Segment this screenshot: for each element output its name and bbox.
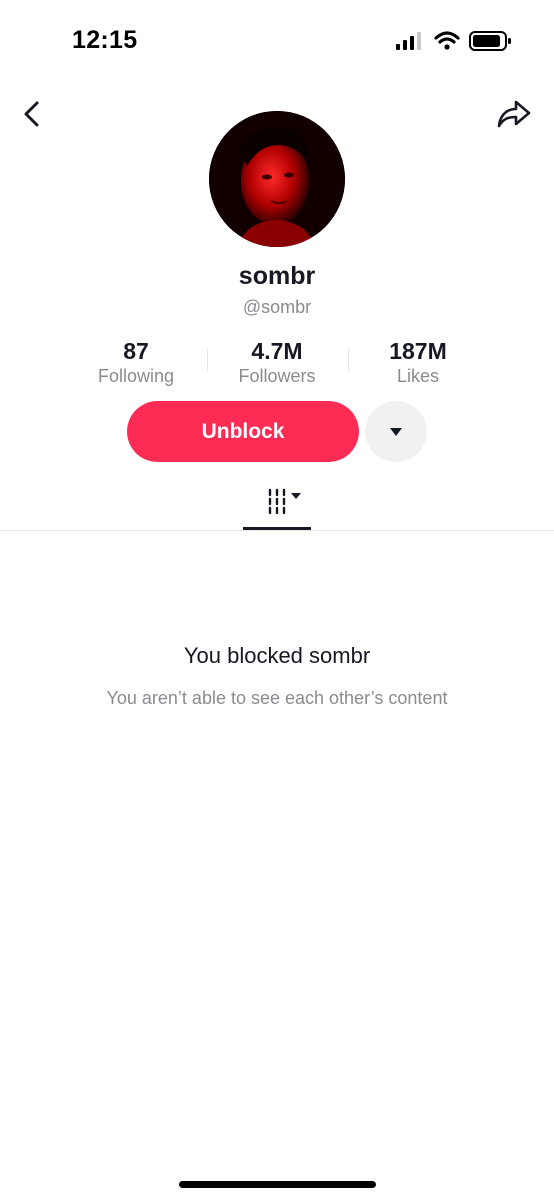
- home-indicator[interactable]: [179, 1181, 376, 1188]
- stat-value: 4.7M: [251, 338, 303, 364]
- stat-value: 87: [123, 338, 149, 364]
- share-icon: [497, 100, 531, 128]
- stat-label: Following: [97, 366, 175, 386]
- avatar: [209, 111, 345, 247]
- caret-down-icon: [390, 427, 402, 436]
- wifi-icon: [434, 31, 460, 50]
- share-button[interactable]: [492, 92, 536, 136]
- profile-name: sombr: [238, 262, 316, 290]
- divider: [0, 530, 554, 531]
- blocked-subtitle: You aren’t able to see each other’s cont…: [106, 688, 448, 708]
- stat-label: Likes: [396, 366, 440, 386]
- stat-followers[interactable]: 4.7M Followers: [202, 337, 352, 387]
- status-icons: [396, 28, 516, 56]
- stat-following[interactable]: 87 Following: [61, 337, 211, 387]
- blocked-title: You blocked sombr: [183, 643, 371, 668]
- battery-icon: [469, 31, 511, 51]
- back-button[interactable]: [10, 92, 54, 136]
- profile-handle: @sombr: [242, 297, 312, 317]
- stat-label: Followers: [238, 366, 316, 386]
- chevron-left-icon: [24, 101, 39, 127]
- unblock-button[interactable]: Unblock: [127, 401, 359, 462]
- stat-likes[interactable]: 187M Likes: [343, 337, 493, 387]
- status-time: 12:15: [72, 26, 138, 54]
- grid-icon: [268, 488, 301, 514]
- more-options-button[interactable]: [365, 401, 427, 462]
- signal-icon: [396, 32, 421, 50]
- stat-value: 187M: [389, 338, 447, 364]
- tab-videos[interactable]: [243, 484, 311, 530]
